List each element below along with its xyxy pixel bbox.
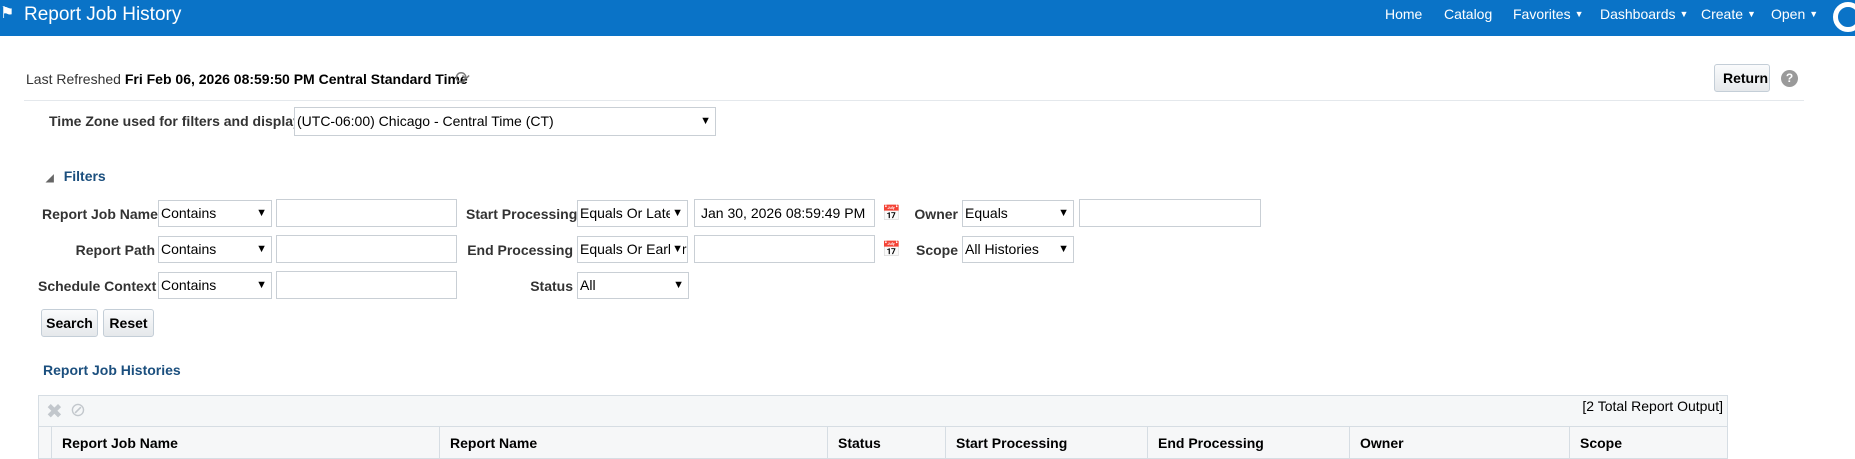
- chevron-down-icon: ▼: [673, 279, 684, 291]
- cancel-icon[interactable]: ⊘: [70, 399, 86, 422]
- chevron-down-icon: ▼: [1574, 9, 1584, 19]
- chevron-down-icon: ▼: [1747, 9, 1756, 19]
- nav-dashboards-label: Dashboards: [1600, 6, 1676, 22]
- timezone-label: Time Zone used for filters and display: [49, 113, 301, 129]
- reset-button[interactable]: Reset: [103, 309, 154, 337]
- nav-dashboards[interactable]: Dashboards ▼: [1600, 6, 1688, 22]
- chevron-down-icon: ▼: [256, 243, 267, 255]
- page-title: Report Job History: [24, 4, 182, 25]
- column-header[interactable]: End Processing: [1147, 427, 1349, 459]
- results-title: Report Job Histories: [43, 362, 181, 378]
- divider: [24, 100, 1804, 101]
- job-name-operator-select[interactable]: Contains ▼: [158, 200, 272, 227]
- schedule-context-operator-value: Contains: [161, 277, 217, 293]
- delete-icon[interactable]: ✖: [46, 399, 63, 424]
- scope-value: All Histories: [965, 241, 1039, 257]
- column-header[interactable]: Report Job Name: [51, 427, 439, 459]
- report-path-input[interactable]: [276, 235, 457, 263]
- app-header: ⚑ Report Job History Home Catalog Favori…: [0, 0, 1855, 36]
- job-name-operator-value: Contains: [161, 205, 217, 221]
- help-icon[interactable]: ?: [1781, 70, 1798, 87]
- chevron-down-icon: ▼: [700, 115, 711, 127]
- return-button[interactable]: Return: [1714, 64, 1770, 92]
- search-button[interactable]: Search: [41, 309, 98, 337]
- last-refreshed: Last Refreshed Fri Feb 06, 2026 08:59:50…: [26, 71, 468, 87]
- column-header[interactable]: Report Name: [439, 427, 827, 459]
- nav-create-label: Create: [1701, 6, 1744, 22]
- column-header[interactable]: Status: [827, 427, 945, 459]
- nav-catalog[interactable]: Catalog: [1444, 6, 1492, 22]
- owner-label: Owner: [914, 206, 958, 222]
- collapse-triangle-icon: ◢: [46, 173, 54, 184]
- nav-home[interactable]: Home: [1385, 6, 1422, 22]
- column-header[interactable]: Start Processing: [945, 427, 1147, 459]
- scope-label: Scope: [915, 242, 958, 258]
- refresh-icon[interactable]: ⟳: [455, 68, 475, 88]
- filters-toggle[interactable]: ◢ Filters: [46, 168, 106, 184]
- start-processing-operator-select[interactable]: Equals Or Later ▼: [577, 200, 688, 227]
- results-toolbar: ✖ ⊘ [2 Total Report Output]: [38, 395, 1728, 427]
- chevron-down-icon: ▼: [1809, 9, 1819, 19]
- chevron-down-icon: ▼: [256, 207, 267, 219]
- schedule-context-label: Schedule Context: [38, 278, 157, 294]
- schedule-context-input[interactable]: [276, 271, 457, 299]
- calendar-icon[interactable]: 📅: [882, 205, 902, 223]
- owner-input[interactable]: [1079, 199, 1261, 227]
- nav-open[interactable]: Open ▼: [1771, 6, 1818, 22]
- table-header: Report Job Name Report Name Status Start…: [38, 427, 1728, 459]
- status-select[interactable]: All ▼: [577, 272, 689, 299]
- chevron-down-icon: ▼: [1679, 9, 1689, 19]
- report-path-label: Report Path: [75, 242, 155, 258]
- last-refreshed-label: Last Refreshed: [26, 71, 121, 87]
- owner-operator-select[interactable]: Equals ▼: [962, 200, 1074, 227]
- start-processing-operator-value: Equals Or Later: [580, 205, 679, 221]
- chevron-down-icon: ▼: [670, 201, 683, 226]
- owner-operator-value: Equals: [965, 205, 1008, 221]
- home-icon[interactable]: ⚑: [0, 3, 14, 23]
- nav-favorites[interactable]: Favorites ▼: [1513, 6, 1584, 22]
- scope-select[interactable]: All Histories ▼: [962, 236, 1074, 263]
- job-name-input[interactable]: [276, 199, 457, 227]
- job-name-label: Report Job Name: [42, 206, 158, 222]
- last-refreshed-timestamp: Fri Feb 06, 2026 08:59:50 PM Central Sta…: [124, 71, 468, 87]
- filters-title: Filters: [63, 168, 106, 184]
- report-path-operator-select[interactable]: Contains ▼: [158, 236, 272, 263]
- column-header[interactable]: Scope: [1569, 427, 1727, 459]
- nav-create[interactable]: Create ▼: [1701, 6, 1756, 22]
- end-processing-label: End Processing: [467, 242, 573, 258]
- start-processing-label: Start Processing: [466, 206, 578, 222]
- nav-favorites-label: Favorites: [1513, 6, 1571, 22]
- chevron-down-icon: ▼: [256, 279, 267, 291]
- nav-catalog-label: Catalog: [1444, 6, 1493, 22]
- nav-open-label: Open: [1771, 6, 1806, 22]
- start-processing-date-input[interactable]: Jan 30, 2026 08:59:49 PM: [694, 199, 875, 227]
- timezone-select[interactable]: (UTC-06:00) Chicago - Central Time (CT) …: [294, 107, 716, 136]
- column-header[interactable]: Owner: [1349, 427, 1569, 459]
- timezone-value: (UTC-06:00) Chicago - Central Time (CT): [297, 113, 554, 129]
- end-processing-operator-select[interactable]: Equals Or Earlier ▼: [577, 236, 688, 263]
- chevron-down-icon: ▼: [670, 237, 683, 262]
- total-count: [2 Total Report Output]: [1582, 398, 1723, 414]
- end-processing-date-input[interactable]: [694, 235, 875, 263]
- status-value: All: [580, 277, 596, 293]
- user-avatar-icon[interactable]: [1833, 2, 1855, 32]
- nav-home-label: Home: [1385, 6, 1423, 22]
- calendar-icon[interactable]: 📅: [882, 241, 902, 259]
- chevron-down-icon: ▼: [1058, 207, 1069, 219]
- report-path-operator-value: Contains: [161, 241, 217, 257]
- status-label: Status: [530, 278, 573, 294]
- schedule-context-operator-select[interactable]: Contains ▼: [158, 272, 272, 299]
- chevron-down-icon: ▼: [1058, 243, 1069, 255]
